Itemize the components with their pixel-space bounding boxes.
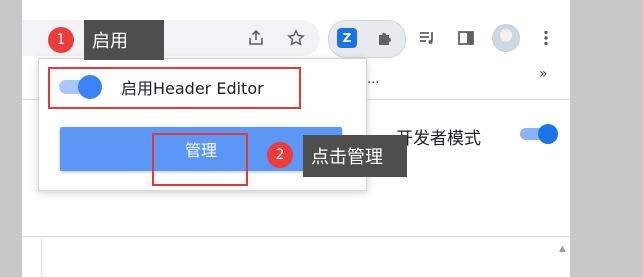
header-editor-glyph: Z	[337, 28, 357, 48]
more-icon-svg	[544, 30, 548, 46]
avatar-button[interactable]	[490, 22, 522, 54]
toggle-knob	[538, 124, 558, 144]
scroll-up-arrow[interactable]: ▲	[559, 244, 566, 254]
avatar	[492, 24, 520, 52]
puzzle-icon-svg	[379, 33, 391, 45]
developer-mode-label: 开发者模式	[396, 129, 481, 149]
step-2-badge: 2	[267, 142, 293, 168]
puzzle-icon[interactable]	[369, 22, 401, 54]
step-2-tooltip: 点击管理	[303, 135, 407, 177]
side-panel-icon[interactable]	[450, 22, 482, 54]
bookmarks-more-icon[interactable]: »	[539, 66, 548, 82]
media-icon[interactable]	[411, 22, 443, 54]
star-icon[interactable]	[280, 22, 312, 54]
step-1-tooltip: 启用	[84, 20, 164, 60]
share-icon[interactable]	[240, 22, 272, 54]
share-icon-svg	[249, 29, 263, 45]
highlight-box-enable	[48, 67, 301, 109]
header-editor-icon[interactable]: Z	[331, 22, 363, 54]
developer-mode-toggle[interactable]	[520, 124, 558, 144]
side-panel-icon-svg	[458, 31, 474, 45]
divider	[22, 236, 570, 237]
more-icon[interactable]	[530, 22, 562, 54]
media-icon-svg	[420, 32, 433, 44]
highlight-box-manage	[152, 133, 248, 186]
star-icon-svg	[287, 29, 305, 46]
divider	[41, 238, 42, 277]
step-1-badge: 1	[48, 27, 74, 53]
